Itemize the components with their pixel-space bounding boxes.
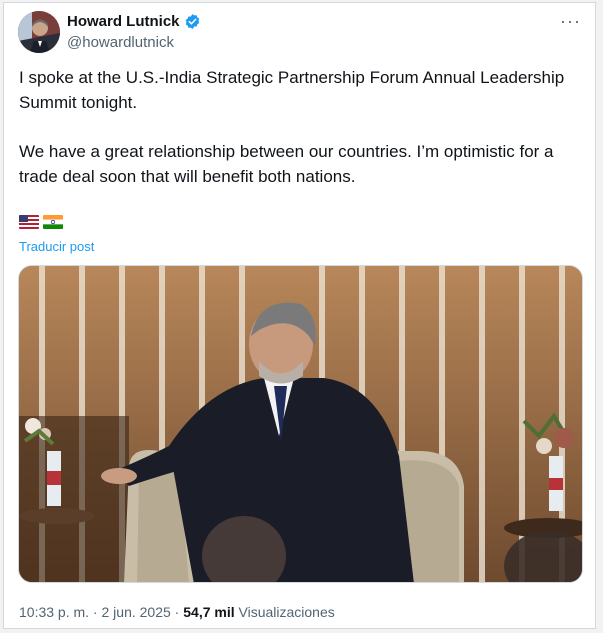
tweet-meta: 10:33 p. m. · 2 jun. 2025 · 54,7 mil Vis…: [19, 604, 335, 620]
tweet-text-paragraph-2: We have a great relationship between our…: [19, 142, 559, 186]
meta-separator: ·: [89, 604, 102, 620]
tweet-card: Howard Lutnick @howardlutnick ··· I spok…: [3, 2, 596, 629]
flag-emojis: [19, 215, 63, 229]
more-horizontal-icon[interactable]: ···: [560, 11, 581, 32]
tweet-media-video[interactable]: [18, 265, 583, 583]
india-flag-icon: [43, 215, 63, 229]
views-count: 54,7 mil: [183, 604, 235, 620]
author-handle[interactable]: @howardlutnick: [67, 34, 174, 51]
meta-separator: ·: [170, 604, 184, 620]
tweet-date[interactable]: 2 jun. 2025: [102, 604, 171, 620]
views-label: Visualizaciones: [238, 604, 335, 620]
us-flag-icon: [19, 215, 39, 229]
avatar[interactable]: [18, 11, 60, 53]
translate-post-link[interactable]: Traducir post: [19, 239, 94, 254]
verified-badge-icon: [184, 13, 201, 30]
author-name-row: Howard Lutnick: [67, 13, 201, 30]
author-display-name[interactable]: Howard Lutnick: [67, 13, 180, 30]
tweet-text-paragraph-1: I spoke at the U.S.-India Strategic Part…: [19, 68, 569, 112]
tweet-time[interactable]: 10:33 p. m.: [19, 604, 89, 620]
